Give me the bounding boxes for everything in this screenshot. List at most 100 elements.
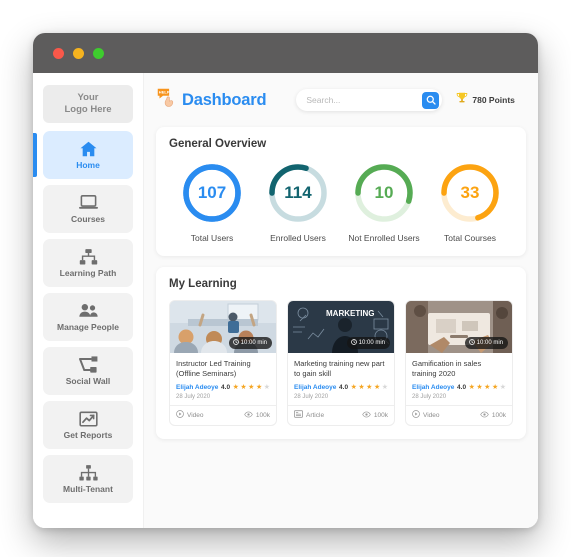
star-icon: ★ bbox=[476, 384, 483, 391]
sidebar-item-social-wall[interactable]: Social Wall bbox=[43, 347, 133, 395]
sidebar-item-learning-path[interactable]: Learning Path bbox=[43, 239, 133, 287]
donut-chart: 114 bbox=[267, 162, 329, 224]
donut-value: 33 bbox=[460, 183, 480, 202]
course-title: Instructor Led Training (Offline Seminar… bbox=[176, 359, 251, 378]
course-views: 100k bbox=[244, 411, 270, 420]
course-type-label: Video bbox=[187, 411, 204, 419]
star-icon: ★ bbox=[248, 384, 255, 391]
star-icon: ★ bbox=[468, 384, 475, 391]
sidebar-item-multi-tenant[interactable]: Multi-Tenant bbox=[43, 455, 133, 503]
donut-chart: 107 bbox=[181, 162, 243, 224]
course-card-footer: Video 100k bbox=[406, 405, 512, 425]
course-date: 28 July 2020 bbox=[176, 394, 211, 400]
sitemap-icon bbox=[79, 248, 98, 265]
window-titlebar bbox=[33, 33, 538, 73]
course-date: 28 July 2020 bbox=[412, 394, 447, 400]
clock-icon bbox=[468, 339, 475, 347]
course-card[interactable]: 10:00 min Instructor Led Training (Offli… bbox=[169, 300, 277, 426]
course-thumbnail: 10:00 min bbox=[170, 301, 276, 353]
donut-label: Not Enrolled Users bbox=[348, 233, 420, 243]
stat-enrolled-users: 114 Enrolled Users bbox=[255, 162, 341, 243]
donut-value: 107 bbox=[197, 183, 227, 202]
course-title: Gamification in sales training 2020 bbox=[412, 359, 482, 378]
sidebar-item-courses[interactable]: Courses bbox=[43, 185, 133, 233]
course-views: 100k bbox=[480, 411, 506, 420]
star-icon: ★ bbox=[366, 384, 373, 391]
course-views: 100k bbox=[362, 411, 388, 420]
course-card-list: 10:00 min Instructor Led Training (Offli… bbox=[169, 296, 513, 426]
home-icon bbox=[79, 140, 98, 157]
course-author[interactable]: Elijah Adeoye bbox=[412, 384, 454, 391]
star-icon: ★ bbox=[240, 384, 247, 391]
eye-icon bbox=[244, 411, 253, 420]
donut-chart: 10 bbox=[353, 162, 415, 224]
star-icon: ★ bbox=[350, 384, 357, 391]
course-card[interactable]: MARKETING 10:00 min Marketing training n… bbox=[287, 300, 395, 426]
star-icon: ★ bbox=[232, 384, 239, 391]
overview-donut-group: 107 Total Users 114 Enrolled Users 10 No… bbox=[169, 156, 513, 243]
sidebar-item-label: Social Wall bbox=[65, 376, 111, 386]
course-card-body: Marketing training new part to gain skil… bbox=[288, 353, 394, 400]
app-window: Your Logo Here Home Courses Learning Pat… bbox=[33, 33, 538, 528]
duration-badge: 10:00 min bbox=[228, 337, 272, 349]
my-learning-panel: My Learning 10:00 min Instructor Led Tra… bbox=[156, 267, 526, 439]
app-body: Your Logo Here Home Courses Learning Pat… bbox=[33, 73, 538, 528]
sidebar-item-home[interactable]: Home bbox=[33, 131, 133, 179]
course-date: 28 July 2020 bbox=[294, 394, 329, 400]
donut-value: 10 bbox=[374, 183, 394, 202]
topbar: HELP Dashboard Search... 780 Points bbox=[156, 83, 526, 117]
duration-text: 10:00 min bbox=[240, 340, 267, 346]
course-thumbnail: 10:00 min bbox=[406, 301, 512, 353]
course-rating: 4.0 ★ ★ ★ ★ ★ bbox=[221, 384, 270, 391]
star-icon: ★ bbox=[255, 384, 263, 391]
points-text: 780 Points bbox=[472, 95, 515, 105]
course-card[interactable]: 10:00 min Gamification in sales training… bbox=[405, 300, 513, 426]
star-icon: ★ bbox=[358, 384, 365, 391]
chat-hand-logo-icon: HELP bbox=[156, 87, 177, 113]
star-icon: ★ bbox=[263, 384, 270, 391]
course-rating: 4.0 ★ ★ ★ ★ ★ bbox=[457, 384, 506, 391]
search-input[interactable] bbox=[306, 95, 423, 105]
star-icon: ★ bbox=[484, 384, 491, 391]
logo-line-2: Logo Here bbox=[64, 104, 112, 115]
clock-icon bbox=[232, 339, 239, 347]
course-author[interactable]: Elijah Adeoye bbox=[176, 384, 218, 391]
search-bar[interactable] bbox=[296, 89, 443, 111]
sidebar-item-label: Get Reports bbox=[63, 430, 113, 440]
main-content: HELP Dashboard Search... 780 Points Gene… bbox=[144, 73, 538, 528]
donut-chart: 33 bbox=[439, 162, 501, 224]
donut-label: Total Users bbox=[190, 233, 234, 243]
svg-text:HELP: HELP bbox=[159, 90, 170, 95]
donut-label: Total Courses bbox=[444, 233, 496, 243]
stat-total-courses: 33 Total Courses bbox=[427, 162, 513, 243]
screen: Your Logo Here Home Courses Learning Pat… bbox=[0, 0, 571, 557]
sidebar-item-label: Manage People bbox=[57, 322, 119, 332]
sidebar-item-label: Learning Path bbox=[59, 268, 117, 278]
search-button[interactable] bbox=[422, 91, 440, 109]
course-author[interactable]: Elijah Adeoye bbox=[294, 384, 336, 391]
play-icon bbox=[176, 410, 184, 420]
minimize-window-button[interactable] bbox=[73, 47, 84, 59]
sidebar-item-label: Courses bbox=[70, 214, 105, 224]
logo-line-1: Your bbox=[77, 92, 99, 103]
rating-value: 4.0 bbox=[457, 384, 467, 391]
course-card-body: Instructor Led Training (Offline Seminar… bbox=[170, 353, 276, 400]
logo-placeholder[interactable]: Your Logo Here bbox=[43, 85, 133, 123]
duration-badge: 10:00 min bbox=[346, 337, 390, 349]
duration-text: 10:00 min bbox=[476, 340, 503, 346]
people-icon bbox=[78, 302, 98, 319]
close-window-button[interactable] bbox=[53, 47, 64, 59]
sidebar-item-manage-people[interactable]: Manage People bbox=[43, 293, 133, 341]
donut-value: 114 bbox=[284, 183, 312, 202]
course-meta: Elijah Adeoye 4.0 ★ ★ ★ ★ ★ bbox=[412, 384, 506, 391]
maximize-window-button[interactable] bbox=[93, 47, 104, 59]
course-meta: Elijah Adeoye 4.0 ★ ★ ★ ★ ★ bbox=[294, 384, 388, 391]
page-title: Dashboard bbox=[182, 90, 267, 109]
brand: HELP Dashboard bbox=[156, 87, 267, 113]
sidebar-item-get-reports[interactable]: Get Reports bbox=[43, 401, 133, 449]
play-icon bbox=[412, 410, 420, 420]
star-icon: ★ bbox=[499, 384, 506, 391]
course-thumbnail: MARKETING 10:00 min bbox=[288, 301, 394, 353]
course-card-footer: Video 100k bbox=[170, 405, 276, 425]
duration-text: 10:00 min bbox=[358, 340, 385, 346]
